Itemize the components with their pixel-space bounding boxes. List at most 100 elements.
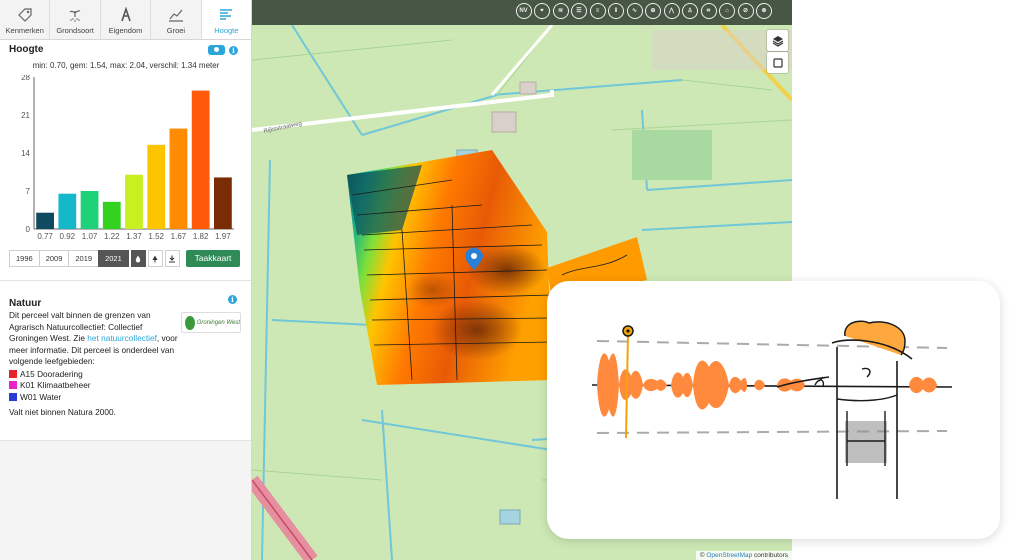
year-button-1996[interactable]: 1996	[9, 250, 40, 267]
tab-label: Groei	[166, 26, 186, 35]
y-tick-label: 7	[26, 187, 31, 196]
year-button-2009[interactable]: 2009	[38, 250, 70, 267]
histogram-bar[interactable]	[214, 177, 232, 229]
legend-item: A15 Dooradering	[9, 368, 91, 380]
hoogte-header: Hoogte i	[9, 44, 243, 58]
openstreetmap-link[interactable]: OpenStreetMap	[706, 552, 752, 559]
pond	[499, 509, 521, 525]
pin-tool-icon[interactable]: ⌖	[534, 3, 550, 19]
natuur-title: Natuur	[9, 298, 42, 309]
year-selector: 1996 2009 2019 2021	[9, 250, 180, 267]
highway-edge	[252, 479, 313, 560]
legend-swatch	[9, 381, 17, 390]
histogram-bar[interactable]	[147, 144, 166, 229]
tab-bar: Kenmerken Grondsoort Eigendom Groei Hoog…	[0, 0, 251, 40]
histogram-bar[interactable]	[125, 174, 143, 229]
year-button-2019[interactable]: 2019	[68, 250, 100, 267]
taakkaart-button[interactable]: Taakkaart	[186, 250, 240, 267]
tab-kenmerken[interactable]: Kenmerken	[0, 0, 51, 39]
natura2000-status: Valt niet binnen Natura 2000.	[9, 407, 116, 417]
hoogte-title: Hoogte	[9, 44, 44, 55]
logo-text: Groningen West	[196, 319, 240, 326]
no-edit-tool-icon[interactable]: ⊗	[756, 3, 772, 19]
water-drop-button[interactable]	[130, 250, 146, 267]
nv-tool-button[interactable]: NV	[515, 3, 532, 19]
natuurcollectief-link[interactable]: het natuurcollectief	[87, 333, 157, 343]
audio-farmer-illustration	[591, 320, 953, 499]
sidebar: Kenmerken Grondsoort Eigendom Groei Hoog…	[0, 0, 252, 560]
logo-mark-icon	[185, 315, 195, 330]
x-tick-label: 1.37	[126, 232, 142, 241]
select-box-button[interactable]	[767, 52, 788, 73]
sidebar-empty-area	[0, 440, 251, 560]
download-button[interactable]	[164, 250, 180, 267]
legend-label: W01 Water	[20, 391, 62, 402]
attribution-suffix: contributors	[752, 552, 788, 559]
layers-tool-icon[interactable]: ≋	[552, 3, 569, 19]
natuur-header: Natuur i	[9, 293, 243, 309]
layer-switcher-button[interactable]	[767, 30, 788, 51]
x-tick-label: 1.82	[193, 232, 209, 241]
tab-label: Hoogte	[214, 26, 239, 35]
year-button-2021[interactable]: 2021	[98, 250, 129, 267]
tree-icon	[152, 255, 158, 262]
legend-label: A15 Dooradering	[20, 368, 83, 379]
histogram-bar[interactable]	[36, 212, 54, 229]
growth-chart-icon	[168, 9, 183, 22]
x-tick-label: 1.67	[171, 232, 187, 241]
tab-label: Eigendom	[108, 26, 143, 35]
farm-building	[491, 111, 517, 133]
wave-tool-icon[interactable]: ∿	[626, 3, 643, 19]
lines-tool-icon[interactable]: ☰	[571, 3, 587, 19]
bars-tool-icon[interactable]: ‖	[608, 3, 624, 19]
plant-icon	[69, 10, 81, 22]
square-icon	[772, 57, 783, 68]
tab-eigendom[interactable]: Eigendom	[101, 0, 152, 39]
histogram-bar[interactable]	[80, 191, 99, 229]
x-tick-label: 1.97	[215, 232, 231, 241]
water-drop-icon	[136, 255, 141, 262]
tag-icon	[17, 8, 32, 22]
legend-swatch	[9, 392, 17, 401]
tree-button[interactable]	[147, 250, 163, 267]
tab-groei[interactable]: Groei	[151, 0, 202, 39]
layers-icon	[772, 35, 783, 47]
collectief-logo: Groningen West	[181, 312, 241, 333]
road-label: Rijksstraatweg	[263, 121, 302, 135]
histogram-bar[interactable]	[102, 201, 121, 229]
download-icon	[169, 255, 176, 263]
crop-tool-icon[interactable]: ⌗	[700, 3, 717, 19]
legend-item: K01 Klimaatbeheer	[9, 380, 91, 392]
orchard	[632, 130, 712, 180]
y-tick-label: 0	[26, 225, 31, 234]
tab-label: Kenmerken	[5, 26, 44, 35]
info-icon[interactable]: i	[228, 295, 237, 304]
x-tick-label: 0.77	[37, 232, 53, 241]
histogram-bar[interactable]	[169, 128, 188, 229]
histogram-bar[interactable]	[58, 193, 77, 229]
x-tick-label: 1.52	[148, 232, 164, 241]
tab-hoogte[interactable]: Hoogte	[201, 0, 251, 39]
tab-grondsoort[interactable]: Grondsoort	[50, 0, 101, 39]
y-tick-label: 14	[21, 149, 30, 158]
no-drop-tool-icon[interactable]: ⊘	[737, 3, 754, 19]
list-tool-icon[interactable]: ≡	[589, 3, 606, 19]
x-tick-label: 1.22	[104, 232, 120, 241]
tab-label: Grondsoort	[56, 26, 94, 35]
ownership-icon	[120, 7, 131, 22]
map-toolbar: NV ⌖ ≋ ☰ ≡ ‖ ∿ ⊕ ⋀ ♙ ⌗ ⌂ ⊘ ⊗	[252, 0, 792, 25]
height-lines-icon	[220, 9, 233, 20]
histogram-bar[interactable]	[191, 90, 210, 229]
map-attribution: © OpenStreetMap contributors	[695, 551, 792, 560]
person-tool-icon[interactable]: ♙	[682, 3, 698, 19]
farm-building	[519, 81, 537, 95]
illustration-card	[547, 281, 1000, 539]
natuur-description: Dit perceel valt binnen de grenzen van A…	[9, 310, 183, 368]
hoogte-visibility-toggle[interactable]	[208, 45, 225, 55]
slope-tool-icon[interactable]: ⋀	[663, 3, 680, 19]
zoom-tool-icon[interactable]: ⊕	[645, 3, 661, 19]
leefgebieden-legend: A15 Dooradering K01 Klimaatbeheer W01 Wa…	[9, 368, 91, 403]
building-tool-icon[interactable]: ⌂	[719, 3, 735, 19]
y-tick-label: 28	[21, 75, 30, 82]
info-icon[interactable]: i	[229, 46, 238, 55]
